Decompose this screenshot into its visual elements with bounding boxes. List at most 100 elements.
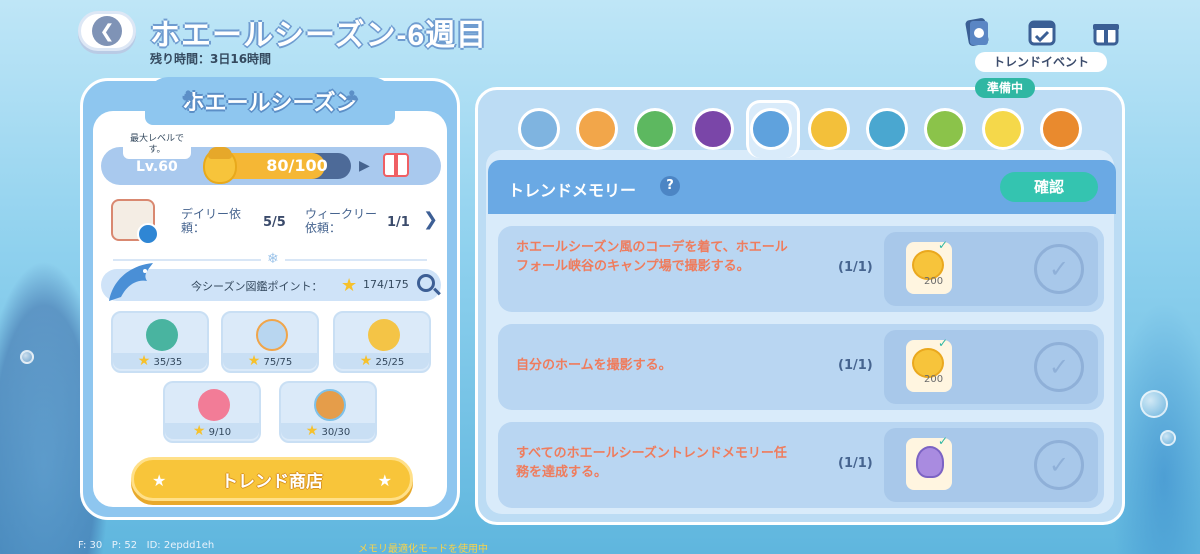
butterfly-icon — [368, 319, 400, 351]
completed-check-icon: ✓ — [1034, 244, 1084, 294]
collection-count: 75/75 — [263, 357, 293, 368]
task-reward-area: 200 ✓ ✓ — [884, 330, 1098, 404]
butterfly-icon[interactable] — [982, 108, 1024, 150]
photos-icon[interactable] — [808, 108, 850, 150]
star-icon: ★ — [377, 471, 392, 490]
level-label: Lv.60 — [136, 159, 178, 175]
bowl-icon[interactable] — [576, 108, 618, 150]
collection-value: ★ 75/75 — [223, 353, 317, 369]
acorn-icon — [203, 147, 237, 184]
trend-memory-panel: トレンドメモリー ? 確認 ホエールシーズン風のコーデを着て、ホエールフォール峡… — [475, 87, 1125, 525]
collection-card[interactable]: ★ 30/30 — [279, 381, 377, 443]
bird-icon — [146, 319, 178, 351]
confirm-button[interactable]: 確認 — [1000, 172, 1098, 202]
reward-amount: 200 — [924, 374, 944, 385]
task-row: 自分のホームを撮影する。 (1/1) 200 ✓ ✓ — [498, 324, 1104, 410]
memory-mode-notice: メモリ最適化モードを使用中 — [358, 544, 488, 554]
task-progress: (1/1) — [838, 358, 873, 373]
lemonade-icon[interactable] — [518, 108, 560, 150]
bubble — [20, 350, 34, 364]
collection-value: ★ 9/10 — [165, 423, 259, 439]
debug-info: F: 30 P: 52 ID: 2epdd1eh — [78, 540, 214, 551]
fish-pair-icon[interactable] — [866, 108, 908, 150]
level-progress: 80/100 — [219, 153, 351, 179]
task-reward-area: ✓ ✓ — [884, 428, 1098, 502]
session-id: ID: 2epdd1eh — [146, 540, 215, 551]
daily-request-label: デイリー依頼： — [181, 207, 242, 235]
weekly-request-label: ウィークリー依頼： — [305, 207, 378, 235]
daily-request-value: 5/5 — [263, 215, 286, 230]
max-level-note: 最大レベルです。 — [123, 131, 191, 159]
request-row[interactable]: デイリー依頼： 5/5 ウィークリー依頼： 1/1 ❯ — [111, 199, 438, 249]
season-panel: ♣ ホエールシーズン ♣ 最大レベルです。 Lv.60 80/100 ▶ デイリ… — [80, 77, 460, 520]
bubble — [1140, 390, 1168, 418]
time-remaining: 残り時間：3日16時間 — [150, 52, 272, 66]
calendar-icon — [111, 199, 159, 245]
season-title-tab: ♣ ホエールシーズン ♣ — [145, 77, 395, 125]
help-icon[interactable]: ? — [660, 176, 680, 196]
task-row: すべてのホエールシーズントレンドメモリー任務を達成する。 (1/1) ✓ ✓ — [498, 422, 1104, 508]
snowflake-icon: ❄ — [261, 251, 285, 267]
collection-points-value: 174/175 — [363, 278, 409, 291]
level-reward-gift-icon[interactable] — [383, 153, 409, 177]
pink-fish-icon — [198, 389, 230, 421]
collection-card[interactable]: ★ 75/75 — [221, 311, 319, 373]
trend-event-label[interactable]: トレンドイベント — [975, 52, 1107, 72]
season-title: ホエールシーズン — [182, 90, 358, 115]
collection-value: ★ 25/25 — [335, 353, 429, 369]
collection-count: 30/30 — [321, 427, 351, 438]
collection-count: 9/10 — [208, 427, 232, 438]
photo-album-icon[interactable] — [750, 108, 792, 150]
book-icon[interactable] — [1040, 108, 1082, 150]
collection-value: ★ 30/30 — [281, 423, 375, 439]
record-icon[interactable] — [692, 108, 734, 150]
star-icon: ★ — [341, 275, 358, 296]
trend-shop-label: トレンド商店 — [221, 471, 323, 491]
status-badge: 準備中 — [975, 78, 1035, 98]
check-icon: ✓ — [938, 238, 949, 252]
chevron-right-icon[interactable]: ❯ — [423, 209, 438, 230]
back-button[interactable]: ❮ — [78, 11, 136, 51]
weekly-request-value: 1/1 — [387, 215, 410, 230]
shell-icon: ♣ — [181, 87, 196, 106]
collection-card[interactable]: ★ 35/35 — [111, 311, 209, 373]
search-icon[interactable] — [417, 274, 435, 292]
bird-nest-icon[interactable] — [924, 108, 966, 150]
check-icon: ✓ — [938, 434, 949, 448]
task-progress: (1/1) — [838, 260, 873, 275]
calendar-event-icon[interactable] — [1024, 14, 1060, 50]
task-progress: (1/1) — [838, 456, 873, 471]
gift-box-icon[interactable] — [1088, 14, 1124, 50]
level-progress-text: 80/100 — [266, 156, 328, 175]
page-title: ホエールシーズン-6週目 — [150, 19, 488, 52]
star-icon: ★ — [152, 471, 167, 490]
back-arrow-icon: ❮ — [92, 16, 122, 46]
shell-icon: ♣ — [344, 87, 359, 106]
trend-memory-title: トレンドメモリー — [508, 181, 637, 200]
task-reward-area: 200 ✓ ✓ — [884, 232, 1098, 306]
trend-memory-header: トレンドメモリー ? 確認 — [488, 160, 1116, 214]
collection-card[interactable]: ★ 9/10 — [163, 381, 261, 443]
dolphin-icon — [109, 263, 153, 301]
task-description: 自分のホームを撮影する。 — [516, 358, 672, 373]
collection-card[interactable]: ★ 25/25 — [333, 311, 431, 373]
fps-readout: F: 30 — [78, 540, 103, 551]
watering-can-icon[interactable] — [634, 108, 676, 150]
completed-check-icon: ✓ — [1034, 440, 1084, 490]
collection-value: ★ 35/35 — [113, 353, 207, 369]
reward-amount: 200 — [924, 276, 944, 287]
duck-icon — [314, 389, 346, 421]
collection-points-label: 今シーズン図鑑ポイント： — [191, 280, 323, 293]
task-description: ホエールシーズン風のコーデを着て、ホエールフォール峡谷のキャンプ場で撮影する。 — [516, 240, 788, 274]
collection-count: 35/35 — [153, 357, 183, 368]
check-icon: ✓ — [938, 336, 949, 350]
card-deck-icon[interactable] — [960, 14, 996, 50]
task-row: ホエールシーズン風のコーデを着て、ホエールフォール峡谷のキャンプ場で撮影する。 … — [498, 226, 1104, 312]
completed-check-icon: ✓ — [1034, 342, 1084, 392]
trend-shop-button[interactable]: ★ トレンド商店 ★ — [131, 457, 413, 501]
play-arrow-icon: ▶ — [359, 158, 370, 174]
fish-bowl-icon — [256, 319, 288, 351]
bubble — [1160, 430, 1176, 446]
collection-count: 25/25 — [375, 357, 405, 368]
task-description: すべてのホエールシーズントレンドメモリー任務を達成する。 — [516, 446, 787, 480]
